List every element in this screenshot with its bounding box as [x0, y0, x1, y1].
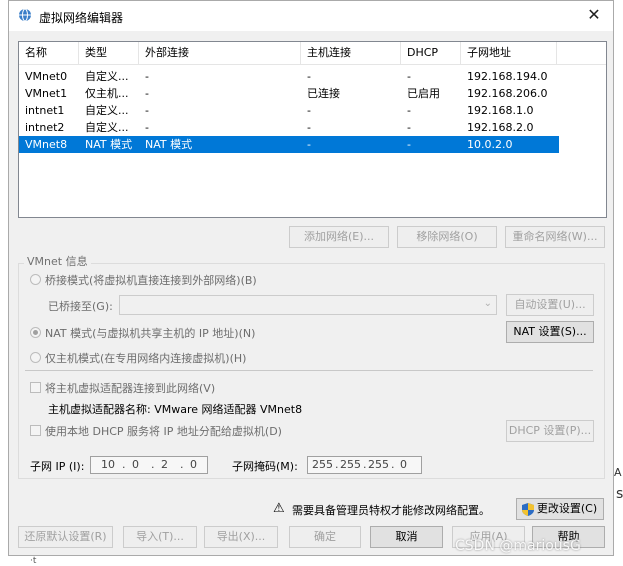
host-only-radio[interactable]	[30, 352, 41, 363]
column-header-subnet[interactable]: 子网地址	[461, 42, 557, 64]
cell-type: 自定义...	[85, 70, 129, 83]
cell-external: -	[145, 104, 149, 117]
column-header-name[interactable]: 名称	[19, 42, 79, 64]
table-row[interactable]: intnet2 自定义... - - - 192.168.2.0	[19, 119, 559, 136]
cell-name: VMnet0	[25, 70, 68, 83]
ip-octet: 0	[132, 458, 139, 471]
network-list[interactable]: 名称 类型 外部连接 主机连接 DHCP 子网地址 VMnet0 自定义... …	[18, 41, 607, 218]
bridge-mode-radio[interactable]	[30, 274, 41, 285]
dhcp-checkbox[interactable]	[30, 425, 41, 436]
cell-external: -	[145, 87, 149, 100]
mask-octet: 0	[400, 458, 407, 471]
bridge-mode-label: 桥接模式(将虚拟机直接连接到外部网络)(B)	[45, 274, 257, 287]
title-bar: 虚拟网络编辑器 ✕	[9, 1, 613, 31]
cell-dhcp: -	[407, 121, 411, 134]
divider	[25, 370, 593, 371]
network-globe-icon	[19, 8, 31, 22]
cell-dhcp: -	[407, 138, 411, 151]
adapter-name-text: 主机虚拟适配器名称: VMware 网络适配器 VMnet8	[48, 403, 303, 416]
cancel-button[interactable]: 取消	[370, 526, 443, 548]
cell-name: VMnet8	[25, 138, 68, 151]
window-title: 虚拟网络编辑器	[39, 11, 124, 25]
host-only-label: 仅主机模式(在专用网络内连接虚拟机)(H)	[45, 352, 247, 365]
virtual-network-editor-window: 虚拟网络编辑器 ✕ 名称 类型 外部连接 主机连接 DHCP 子网地址 VMne…	[8, 0, 614, 556]
add-network-button[interactable]: 添加网络(E)...	[289, 226, 389, 248]
mask-octet: 255	[340, 458, 361, 471]
cell-subnet: 192.168.206.0	[467, 87, 548, 100]
subnet-ip-input[interactable]: 10 . 0 . 2 . 0	[90, 456, 208, 474]
ip-octet: 0	[190, 458, 197, 471]
cell-dhcp: -	[407, 104, 411, 117]
column-header-host[interactable]: 主机连接	[301, 42, 401, 64]
cell-host: -	[307, 121, 311, 134]
cell-type: 仅主机...	[85, 87, 129, 100]
csdn-watermark: CSDN @mariousG	[455, 538, 581, 554]
cell-host: -	[307, 70, 311, 83]
ip-octet: 10	[101, 458, 115, 471]
subnet-mask-input[interactable]: 255 . 255 . 255 . 0	[307, 456, 422, 474]
cell-dhcp: -	[407, 70, 411, 83]
cell-type: 自定义...	[85, 121, 129, 134]
remove-network-button[interactable]: 移除网络(O)	[397, 226, 497, 248]
subnet-mask-label: 子网掩码(M):	[232, 460, 298, 473]
cell-name: intnet1	[25, 104, 65, 117]
import-button[interactable]: 导入(T)...	[123, 526, 197, 548]
cell-external: NAT 模式	[145, 138, 193, 151]
auto-settings-button[interactable]: 自动设置(U)...	[506, 294, 594, 316]
table-row[interactable]: VMnet1 仅主机... - 已连接 已启用 192.168.206.0	[19, 85, 559, 102]
dhcp-settings-button[interactable]: DHCP 设置(P)...	[506, 420, 594, 442]
ok-button[interactable]: 确定	[289, 526, 361, 548]
nat-settings-button[interactable]: NAT 设置(S)...	[506, 321, 594, 343]
cell-external: -	[145, 70, 149, 83]
background-text-fragment: s	[616, 486, 623, 502]
list-header: 名称 类型 外部连接 主机连接 DHCP 子网地址	[19, 42, 606, 65]
cell-type: NAT 模式	[85, 138, 133, 151]
restore-defaults-button[interactable]: 还原默认设置(R)	[18, 526, 113, 548]
mask-octet: 255	[312, 458, 333, 471]
warning-icon: ⚠	[273, 501, 285, 516]
cell-subnet: 192.168.2.0	[467, 121, 534, 134]
chevron-down-icon: ⌄	[483, 298, 492, 309]
cell-dhcp: 已启用	[407, 87, 440, 100]
table-row[interactable]: intnet1 自定义... - - - 192.168.1.0	[19, 102, 559, 119]
column-header-external[interactable]: 外部连接	[139, 42, 301, 64]
column-header-dhcp[interactable]: DHCP	[401, 42, 461, 64]
bridged-to-select[interactable]: ⌄	[119, 295, 497, 315]
cell-subnet: 10.0.2.0	[467, 138, 513, 151]
cell-name: VMnet1	[25, 87, 68, 100]
cell-host: -	[307, 104, 311, 117]
column-header-type[interactable]: 类型	[79, 42, 139, 64]
cell-subnet: 192.168.1.0	[467, 104, 534, 117]
connect-adapter-checkbox[interactable]	[30, 382, 41, 393]
cell-host: -	[307, 138, 311, 151]
vmnet-info-legend: VMnet 信息	[24, 253, 91, 269]
change-settings-button[interactable]: 更改设置(C)	[516, 498, 604, 520]
cell-host: 已连接	[307, 87, 340, 100]
background-text-fragment: A	[614, 466, 622, 479]
cell-type: 自定义...	[85, 104, 129, 117]
change-settings-label: 更改设置(C)	[536, 502, 598, 515]
table-row-selected[interactable]: VMnet8 NAT 模式 NAT 模式 - - 10.0.2.0	[19, 136, 559, 153]
cell-external: -	[145, 121, 149, 134]
rename-network-button[interactable]: 重命名网络(W)...	[505, 226, 605, 248]
cell-name: intnet2	[25, 121, 65, 134]
cell-subnet: 192.168.194.0	[467, 70, 548, 83]
connect-adapter-label: 将主机虚拟适配器连接到此网络(V)	[45, 382, 216, 395]
export-button[interactable]: 导出(X)...	[204, 526, 278, 548]
bridged-to-label: 已桥接至(G):	[48, 300, 113, 313]
table-row[interactable]: VMnet0 自定义... - - - 192.168.194.0	[19, 68, 559, 85]
admin-warning-text: 需要具备管理员特权才能修改网络配置。	[292, 504, 490, 517]
uac-shield-icon	[522, 503, 534, 516]
mask-octet: 255	[368, 458, 389, 471]
ip-octet: 2	[161, 458, 168, 471]
nat-mode-label: NAT 模式(与虚拟机共享主机的 IP 地址)(N)	[45, 327, 256, 340]
close-icon[interactable]: ✕	[583, 4, 605, 26]
nat-mode-radio[interactable]	[30, 327, 41, 338]
dhcp-label: 使用本地 DHCP 服务将 IP 地址分配给虚拟机(D)	[45, 425, 282, 438]
background-text-fragment: ·t	[30, 556, 37, 566]
subnet-ip-label: 子网 IP (I):	[30, 460, 85, 473]
